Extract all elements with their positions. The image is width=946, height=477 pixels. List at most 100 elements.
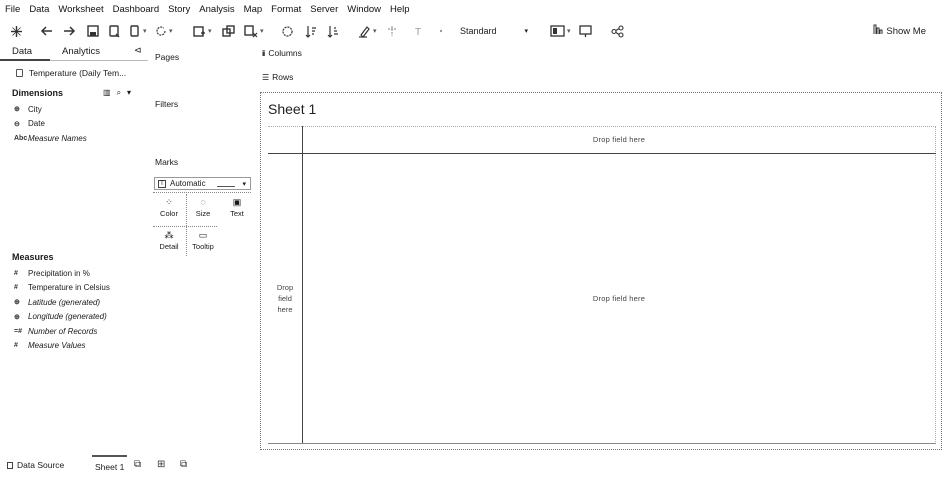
datasource-name: Temperature (Daily Tem... bbox=[29, 68, 127, 78]
detail-icon: ⁂ bbox=[164, 230, 174, 240]
fit-dropdown[interactable]: Standard ▾ bbox=[460, 24, 532, 38]
group-members-icon[interactable] bbox=[386, 23, 398, 39]
hash-icon: =# bbox=[14, 327, 22, 335]
swap-rows-columns-icon[interactable] bbox=[281, 23, 294, 39]
undo-icon[interactable] bbox=[40, 23, 53, 39]
field-item[interactable]: ⊖ Date bbox=[14, 117, 87, 132]
menu-help[interactable]: Help bbox=[390, 4, 410, 15]
field-item[interactable]: ⊕ Longitude (generated) bbox=[14, 310, 110, 325]
clear-sheet-icon[interactable]: ▾ bbox=[244, 23, 264, 39]
new-story-icon[interactable]: ⧉ bbox=[180, 459, 187, 470]
row-header-divider bbox=[302, 126, 303, 444]
menu-data[interactable]: Data bbox=[29, 4, 49, 15]
hash-icon: # bbox=[14, 284, 18, 292]
menu-analysis[interactable]: Analysis bbox=[199, 4, 234, 15]
column-header-divider bbox=[268, 153, 936, 154]
pause-updates-icon[interactable]: ▾ bbox=[129, 23, 147, 39]
view-border bbox=[935, 126, 936, 444]
sort-ascending-icon[interactable] bbox=[305, 23, 317, 39]
view-bottom-border bbox=[268, 443, 936, 444]
field-item[interactable]: # Measure Values bbox=[14, 339, 110, 354]
text-button[interactable]: ▣ Text bbox=[221, 194, 253, 222]
globe-icon: ⊕ bbox=[14, 299, 20, 307]
pages-shelf-label[interactable]: Pages bbox=[155, 52, 179, 62]
size-button[interactable]: ◌ Size bbox=[187, 194, 219, 222]
redo-icon[interactable] bbox=[63, 23, 76, 39]
new-worksheet-icon[interactable]: ▾ bbox=[193, 23, 212, 39]
show-cards-icon[interactable]: ▾ bbox=[550, 23, 571, 39]
rows-icon: ☰ bbox=[262, 72, 269, 82]
rows-shelf[interactable]: ☰ Rows bbox=[262, 72, 293, 82]
menu-story[interactable]: Story bbox=[168, 4, 190, 15]
tooltip-icon: ▭ bbox=[198, 230, 208, 240]
search-icon[interactable]: ⌕ bbox=[117, 88, 121, 98]
share-icon[interactable] bbox=[611, 23, 624, 39]
show-me-label: Show Me bbox=[886, 25, 926, 37]
pane-tabs: Data Analytics ⊲ bbox=[0, 44, 148, 61]
database-icon bbox=[16, 69, 23, 77]
measures-title: Measures bbox=[12, 252, 54, 262]
tab-analytics[interactable]: Analytics bbox=[62, 46, 100, 57]
color-dots-icon: ⁘ bbox=[165, 197, 173, 207]
field-label: Latitude (generated) bbox=[28, 297, 101, 307]
menu-format[interactable]: Format bbox=[271, 4, 301, 15]
dimensions-tools: ▥ ⌕ ▾ bbox=[103, 88, 131, 98]
globe-icon: ⊕ bbox=[14, 313, 20, 321]
tooltip-label: Tooltip bbox=[192, 242, 214, 251]
field-item[interactable]: # Precipitation in % bbox=[14, 266, 110, 281]
field-item[interactable]: ⊕ Latitude (generated) bbox=[14, 295, 110, 310]
field-label: Measure Names bbox=[28, 133, 87, 143]
field-item[interactable]: =# Number of Records bbox=[14, 324, 110, 339]
database-icon bbox=[7, 461, 13, 469]
tooltip-button[interactable]: ▭ Tooltip bbox=[187, 227, 219, 255]
show-mark-labels-icon[interactable]: T bbox=[413, 23, 423, 39]
new-worksheet-icon[interactable]: ⧉ bbox=[134, 459, 141, 470]
drop-zone-rows[interactable]: Drop field here bbox=[268, 282, 302, 315]
chevron-down-icon[interactable]: ▾ bbox=[127, 88, 131, 98]
fix-axes-icon[interactable] bbox=[436, 23, 446, 39]
menu-window[interactable]: Window bbox=[347, 4, 381, 15]
save-icon[interactable] bbox=[87, 23, 99, 39]
menu-file[interactable]: File bbox=[5, 4, 20, 15]
detail-button[interactable]: ⁂ Detail bbox=[153, 227, 185, 255]
menu-server[interactable]: Server bbox=[310, 4, 338, 15]
columns-shelf[interactable]: iii Columns bbox=[262, 48, 302, 58]
menu-worksheet[interactable]: Worksheet bbox=[58, 4, 103, 15]
pane-menu-icon[interactable]: ⊲ bbox=[134, 45, 142, 56]
duplicate-sheet-icon[interactable] bbox=[222, 23, 235, 39]
drop-zone-columns[interactable]: Drop field here bbox=[302, 135, 936, 144]
view-canvas[interactable] bbox=[260, 92, 942, 450]
presentation-mode-icon[interactable] bbox=[579, 23, 592, 39]
dimensions-title: Dimensions bbox=[12, 88, 64, 98]
refresh-icon[interactable]: ▾ bbox=[155, 23, 173, 39]
drop-zone-center[interactable]: Drop field here bbox=[302, 294, 936, 303]
toolbar: ▾ ▾ ▾ ▾ ▾ T Standard ▾ ▾ Show Me bbox=[0, 20, 946, 42]
chevron-down-icon: ▾ bbox=[524, 28, 528, 35]
datasource-item[interactable]: Temperature (Daily Tem... bbox=[16, 68, 126, 78]
active-tab-indicator bbox=[0, 59, 50, 61]
new-dashboard-icon[interactable]: ⊞ bbox=[157, 459, 165, 470]
view-border bbox=[268, 126, 936, 127]
data-source-tab[interactable]: Data Source bbox=[7, 460, 64, 470]
tab-data[interactable]: Data bbox=[12, 46, 32, 57]
mark-type-dropdown[interactable]: T Automatic ▾ bbox=[154, 177, 251, 190]
filters-shelf-label[interactable]: Filters bbox=[155, 99, 178, 109]
field-item[interactable]: ⊕ City bbox=[14, 102, 87, 117]
view-data-icon[interactable]: ▥ bbox=[103, 88, 111, 98]
field-item[interactable]: Abc Measure Names bbox=[14, 131, 87, 146]
text-label: Text bbox=[230, 209, 244, 218]
field-label: Date bbox=[28, 119, 45, 129]
detail-label: Detail bbox=[159, 242, 179, 251]
menu-dashboard[interactable]: Dashboard bbox=[113, 4, 159, 15]
sort-descending-icon[interactable] bbox=[327, 23, 339, 39]
field-item[interactable]: # Temperature in Celsius bbox=[14, 281, 110, 296]
color-button[interactable]: ⁘ Color bbox=[153, 194, 185, 222]
data-pane: Data Analytics ⊲ Temperature (Daily Tem.… bbox=[0, 44, 148, 454]
new-data-source-icon[interactable] bbox=[108, 23, 120, 39]
highlight-icon[interactable]: ▾ bbox=[358, 23, 377, 39]
tableau-logo-icon[interactable] bbox=[10, 23, 23, 39]
show-me-button[interactable]: Show Me bbox=[873, 24, 926, 38]
menu-map[interactable]: Map bbox=[244, 4, 262, 15]
sheet-title[interactable]: Sheet 1 bbox=[268, 101, 316, 117]
sheet-tab[interactable]: Sheet 1 bbox=[92, 455, 128, 475]
